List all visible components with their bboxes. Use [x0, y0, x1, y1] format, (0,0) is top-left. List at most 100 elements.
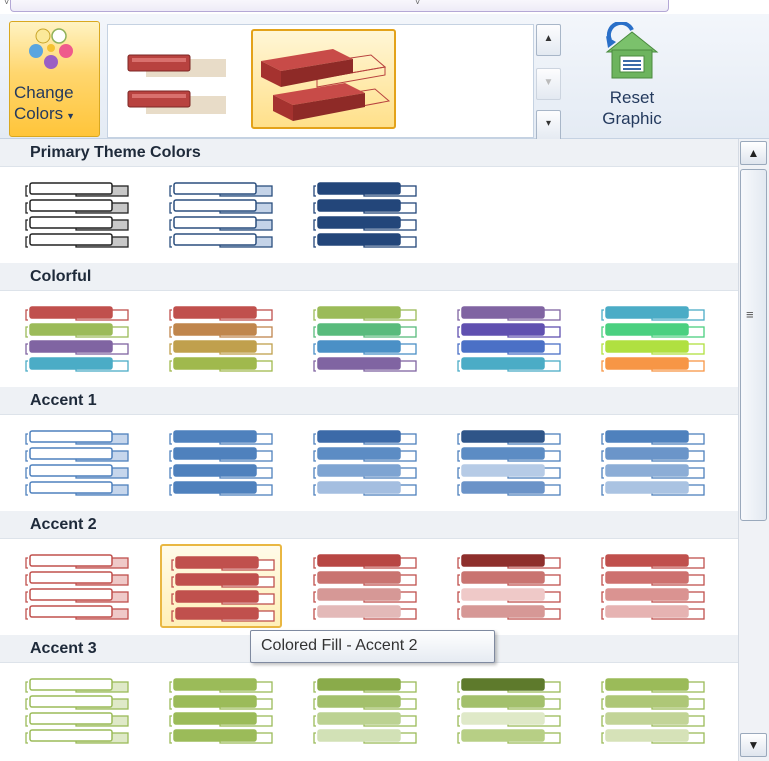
color-variant-thumb[interactable]: [16, 296, 138, 380]
color-variant-thumb[interactable]: [592, 420, 714, 504]
color-variant-thumb[interactable]: [304, 420, 426, 504]
color-variant-thumb[interactable]: [592, 668, 714, 752]
preview-bar: [605, 357, 689, 370]
preview-bar: [317, 464, 401, 477]
variant-preview: [171, 556, 275, 622]
preview-bracket: [25, 343, 28, 355]
preview-bar: [605, 712, 689, 725]
preview-bar: [317, 430, 401, 443]
color-variant-thumb[interactable]: [304, 544, 426, 628]
panel-scrollbar[interactable]: ▲ ≡ ▼: [738, 139, 769, 761]
variant-preview: [313, 430, 417, 496]
preview-bar: [29, 464, 113, 477]
dropdown-arrow-icon: ▼: [66, 111, 76, 121]
preview-bracket: [25, 219, 28, 231]
color-variant-thumb[interactable]: [592, 296, 714, 380]
preview-bracket: [457, 309, 460, 321]
preview-bar: [605, 695, 689, 708]
variant-preview: [313, 554, 417, 620]
preview-bracket: [25, 202, 28, 214]
preview-bracket: [601, 608, 604, 620]
preview-bracket: [171, 559, 174, 571]
change-colors-button[interactable]: Change Colors ▼: [9, 21, 100, 137]
preview-bar: [175, 590, 259, 603]
scroll-thumb[interactable]: [740, 169, 767, 521]
color-variant-thumb[interactable]: [592, 544, 714, 628]
preview-bracket: [313, 185, 316, 197]
preview-bar: [461, 678, 545, 691]
preview-bar: [461, 447, 545, 460]
variant-preview: [25, 430, 129, 496]
color-variant-thumb[interactable]: [304, 296, 426, 380]
preview-bar: [173, 464, 257, 477]
variant-preview: [169, 430, 273, 496]
variant-preview: [601, 430, 705, 496]
preview-bracket: [457, 484, 460, 496]
preview-bracket: [171, 593, 174, 605]
ribbon-strip-bar: [10, 0, 669, 12]
preview-bracket: [169, 467, 172, 479]
preview-bracket: [313, 343, 316, 355]
color-variant-thumb[interactable]: [16, 668, 138, 752]
preview-bar: [29, 430, 113, 443]
preview-bracket: [601, 450, 604, 462]
reset-graphic-button[interactable]: Reset Graphic: [585, 18, 679, 136]
preview-bar: [173, 430, 257, 443]
preview-bracket: [601, 360, 604, 372]
preview-bar: [317, 340, 401, 353]
preview-bar: [317, 199, 401, 212]
preview-bar: [29, 216, 113, 229]
color-variant-thumb[interactable]: [304, 172, 426, 256]
preview-bar: [605, 588, 689, 601]
preview-bar: [461, 481, 545, 494]
variant-preview: [601, 678, 705, 744]
preview-bar: [317, 712, 401, 725]
preview-bar: [605, 729, 689, 742]
color-variant-thumb[interactable]: [304, 668, 426, 752]
variant-preview: [169, 182, 273, 248]
preview-bracket: [25, 715, 28, 727]
strip-chevron-icon: ˅: [415, 0, 421, 7]
preview-bracket: [171, 610, 174, 622]
preview-bar: [173, 199, 257, 212]
color-variant-thumb[interactable]: [160, 296, 282, 380]
preview-bar: [175, 556, 259, 569]
color-variant-thumb[interactable]: [160, 668, 282, 752]
scroll-up-button[interactable]: ▲: [740, 141, 767, 165]
preview-bracket: [313, 202, 316, 214]
color-variant-thumb[interactable]: [160, 172, 282, 256]
gallery-scroll-up-button[interactable]: ▲: [536, 24, 561, 56]
preview-bar: [317, 233, 401, 246]
preview-bar: [605, 340, 689, 353]
preview-bracket: [25, 185, 28, 197]
gallery-more-button[interactable]: ▾: [536, 110, 561, 142]
color-variant-thumb[interactable]: [448, 668, 570, 752]
color-variant-thumb[interactable]: [16, 544, 138, 628]
color-variant-thumb[interactable]: [448, 544, 570, 628]
preview-bracket: [169, 185, 172, 197]
preview-bar: [317, 323, 401, 336]
color-variant-thumb[interactable]: [160, 420, 282, 504]
preview-bracket: [313, 591, 316, 603]
preview-bracket: [25, 557, 28, 569]
color-variant-thumb[interactable]: [448, 296, 570, 380]
color-variant-thumb[interactable]: [448, 420, 570, 504]
scroll-down-button[interactable]: ▼: [740, 733, 767, 757]
preview-bar: [175, 607, 259, 620]
preview-bar: [173, 481, 257, 494]
color-variant-thumb[interactable]: [160, 544, 282, 628]
preview-bar: [317, 357, 401, 370]
gallery-scroll-down-button[interactable]: ▼: [536, 68, 561, 100]
preview-bracket: [457, 698, 460, 710]
preview-bracket: [601, 484, 604, 496]
style-thumb-flat[interactable]: [116, 29, 238, 129]
preview-bracket: [25, 236, 28, 248]
color-variant-thumb[interactable]: [16, 420, 138, 504]
preview-bar: [461, 554, 545, 567]
preview-bar: [173, 357, 257, 370]
style-thumb-3d-selected[interactable]: [251, 29, 396, 129]
preview-bracket: [169, 236, 172, 248]
color-variant-thumb[interactable]: [16, 172, 138, 256]
preview-bracket: [313, 484, 316, 496]
tooltip: Colored Fill - Accent 2: [250, 630, 495, 663]
